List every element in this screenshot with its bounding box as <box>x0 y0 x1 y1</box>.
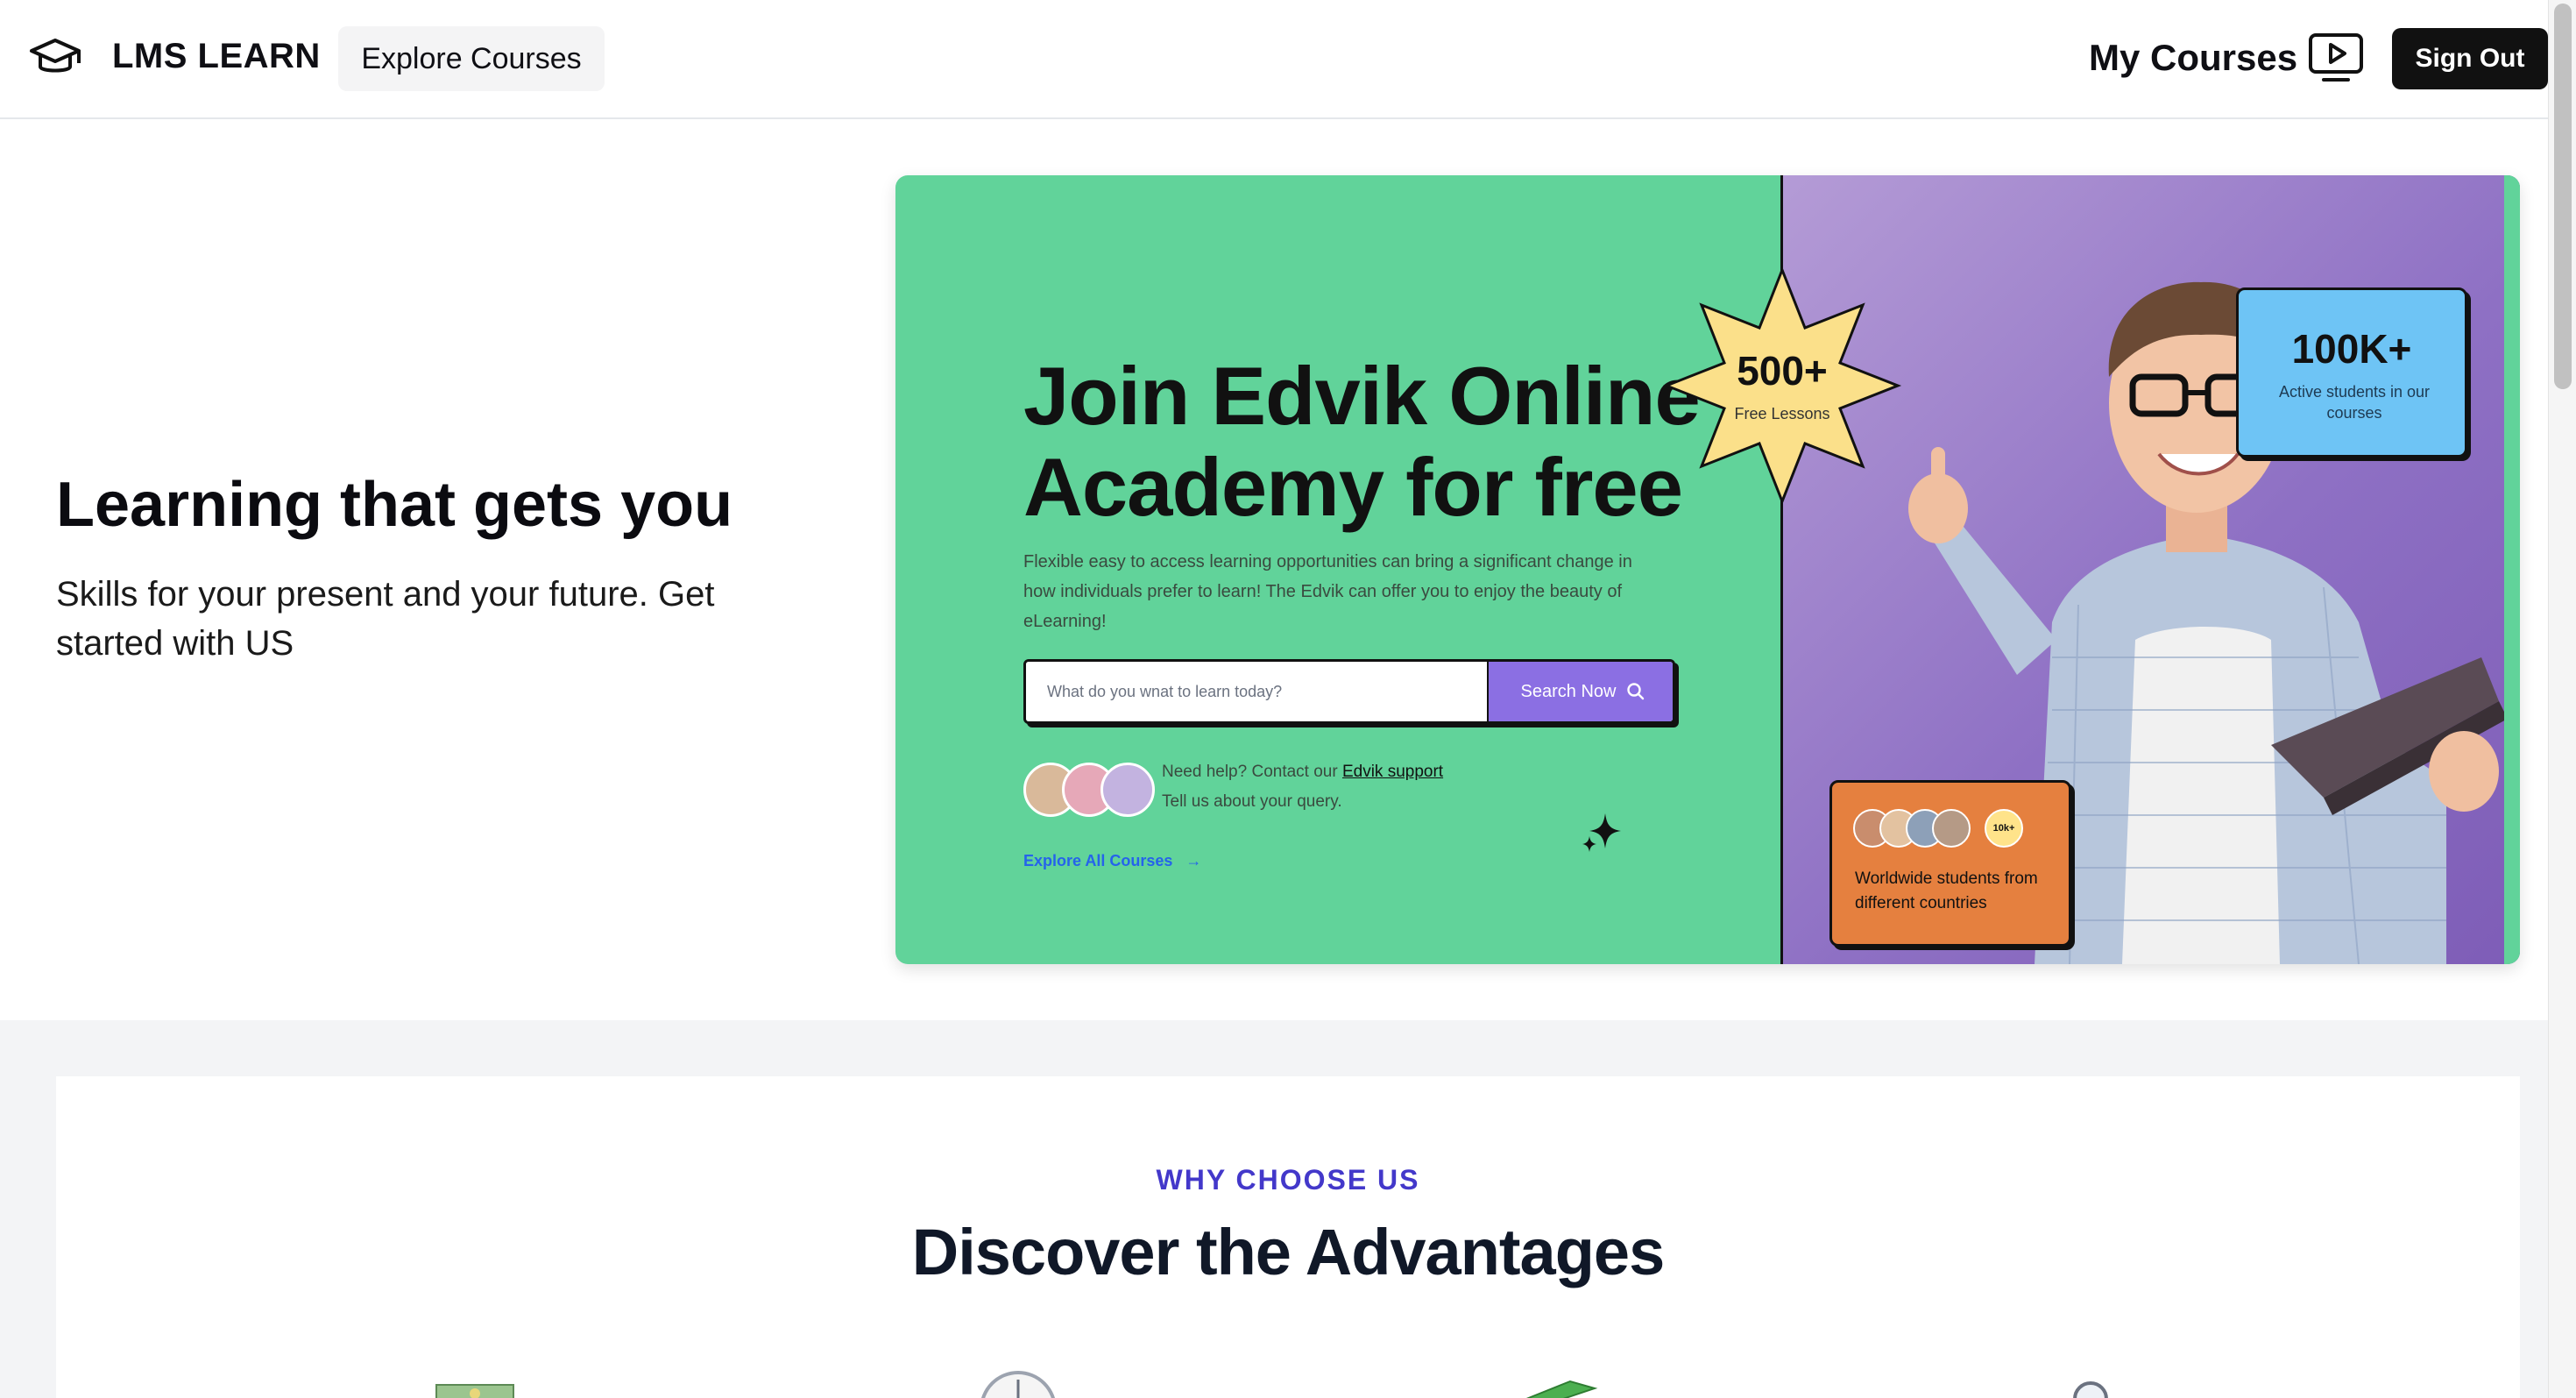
banner-description: Flexible easy to access learning opportu… <box>1023 552 1632 631</box>
help-text: Need help? Contact our Edvik support <box>1162 763 1443 782</box>
search-icon <box>2073 1381 2108 1398</box>
search-now-button[interactable]: Search Now <box>1487 662 1673 721</box>
course-search-input[interactable] <box>1026 662 1487 721</box>
active-students-count: 100K+ <box>2291 326 2412 372</box>
advantages-title: Discover the Advantages <box>911 1216 1665 1288</box>
my-courses-link[interactable]: My Courses <box>2089 37 2297 79</box>
hero-subtitle: Skills for your present and your future.… <box>56 575 715 663</box>
edvik-support-link[interactable]: Edvik support <box>1342 763 1443 781</box>
active-students-card: 100K+ Active students in our courses <box>2236 287 2467 458</box>
why-choose-us-eyebrow: WHY CHOOSE US <box>1156 1164 1420 1196</box>
top-navbar: LMS LEARN Explore Courses My Courses Sig… <box>0 0 2548 119</box>
explore-courses-button[interactable]: Explore Courses <box>338 26 605 91</box>
sign-out-button[interactable]: Sign Out <box>2392 28 2548 89</box>
brand-name[interactable]: LMS LEARN <box>112 37 321 76</box>
free-lessons-label: Free Lessons <box>1734 405 1830 422</box>
promo-banner: Join Edvik Online Academy for free Flexi… <box>895 175 2520 964</box>
sparkle-icon <box>1582 813 1621 852</box>
book-icon <box>1525 1380 1598 1398</box>
graduation-cap-icon[interactable] <box>28 35 82 81</box>
support-avatars <box>1023 763 1155 819</box>
explore-all-label: Explore All Courses <box>1023 852 1173 869</box>
banner-title: Join Edvik Online Academy for free <box>1023 350 1701 533</box>
worldwide-students-label: Worldwide students from different countr… <box>1855 869 2038 912</box>
help-text-secondary: Tell us about your query. <box>1162 792 1342 811</box>
scrollbar-thumb[interactable] <box>2554 4 2572 389</box>
avatar <box>1932 809 1971 848</box>
students-count-badge: 10k+ <box>1985 809 2023 848</box>
clock-icon <box>980 1371 1056 1398</box>
search-icon <box>1627 683 1645 700</box>
banner-edge-strip <box>2504 175 2520 964</box>
search-button-label: Search Now <box>1520 681 1617 701</box>
money-icon <box>435 1384 514 1398</box>
hero-title: Learning that gets you <box>56 470 733 540</box>
explore-all-courses-link[interactable]: Explore All Courses → <box>1023 852 1201 870</box>
avatar <box>1100 763 1155 817</box>
worldwide-students-card: 10k+ Worldwide students from different c… <box>1829 780 2071 947</box>
active-students-label: Active students in our courses <box>2278 383 2431 422</box>
arrow-right-icon: → <box>1177 852 1202 869</box>
play-screen-icon[interactable] <box>2308 32 2364 84</box>
student-avatars: 10k+ <box>1853 809 2023 851</box>
help-prefix: Need help? Contact our <box>1162 763 1342 781</box>
course-search-bar: Search Now <box>1023 659 1675 724</box>
free-lessons-count: 500+ <box>1737 348 1828 394</box>
